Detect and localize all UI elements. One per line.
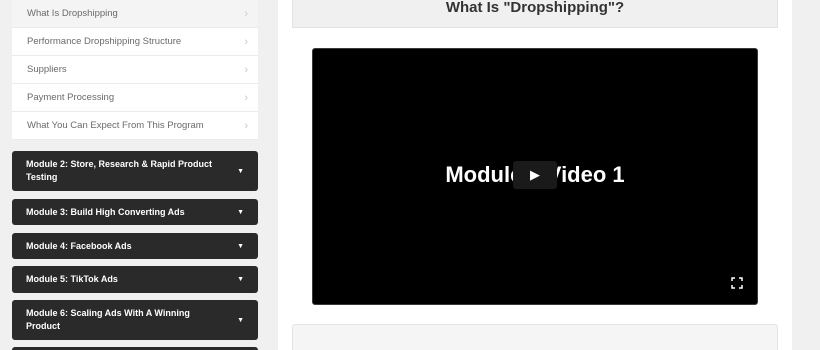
- page-title: What Is "Dropshipping"?: [445, 0, 625, 16]
- module-label: Module 3: Build High Converting Ads: [26, 206, 185, 217]
- lesson-label: Payment Processing: [27, 92, 115, 103]
- lesson-item-what-to-expect[interactable]: What You Can Expect From This Program ›: [12, 112, 258, 140]
- lesson-content-card: [292, 324, 778, 350]
- chevron-right-icon: ›: [244, 91, 248, 104]
- caret-down-icon: ▼: [237, 208, 244, 216]
- video-player[interactable]: Module 1 Video 1 ▶: [312, 48, 758, 305]
- chevron-right-icon: ›: [244, 119, 248, 132]
- sidebar: What Is Dropshipping › Performance Drops…: [0, 0, 270, 350]
- module-label: Module 5: TikTok Ads: [26, 274, 118, 284]
- caret-down-icon: ▼: [237, 276, 244, 283]
- lesson-list: What Is Dropshipping › Performance Drops…: [12, 0, 258, 140]
- play-button[interactable]: ▶: [513, 161, 557, 189]
- lesson-label: Performance Dropshipping Structure: [27, 36, 182, 47]
- caret-down-icon: ▼: [237, 316, 244, 324]
- lesson-item-what-is-dropshipping[interactable]: What Is Dropshipping ›: [12, 0, 258, 28]
- module-6-accordion[interactable]: Module 6: Scaling Ads With A Winning Pro…: [12, 300, 258, 340]
- lesson-label: Suppliers: [27, 64, 67, 75]
- module-label: Module 4: Facebook Ads: [26, 240, 132, 251]
- lesson-label: What Is Dropshipping: [27, 8, 118, 19]
- lesson-panel: What Is "Dropshipping"? Module 1 Video 1…: [278, 0, 792, 350]
- module-label: Module 6: Scaling Ads With A Winning Pro…: [26, 308, 190, 331]
- module-2-accordion[interactable]: Module 2: Store, Research & Rapid Produc…: [12, 151, 258, 191]
- chevron-right-icon: ›: [244, 35, 248, 48]
- chevron-right-icon: ›: [244, 7, 248, 20]
- module-4-accordion[interactable]: Module 4: Facebook Ads ▼: [12, 233, 258, 259]
- fullscreen-button[interactable]: [731, 276, 743, 289]
- lesson-item-payment-processing[interactable]: Payment Processing ›: [12, 84, 258, 112]
- lesson-label: What You Can Expect From This Program: [27, 120, 204, 131]
- chevron-right-icon: ›: [244, 63, 248, 76]
- lesson-item-suppliers[interactable]: Suppliers ›: [12, 56, 258, 84]
- play-icon: ▶: [530, 167, 540, 182]
- lesson-title-bar: What Is "Dropshipping"?: [292, 0, 778, 28]
- lesson-item-performance-structure[interactable]: Performance Dropshipping Structure ›: [12, 28, 258, 56]
- caret-down-icon: ▼: [237, 167, 244, 175]
- module-5-accordion[interactable]: Module 5: TikTok Ads ▼: [12, 266, 258, 293]
- fullscreen-icon: [731, 277, 743, 289]
- module-label: Module 2: Store, Research & Rapid Produc…: [26, 159, 213, 182]
- module-3-accordion[interactable]: Module 3: Build High Converting Ads ▼: [12, 199, 258, 225]
- caret-down-icon: ▼: [237, 242, 244, 250]
